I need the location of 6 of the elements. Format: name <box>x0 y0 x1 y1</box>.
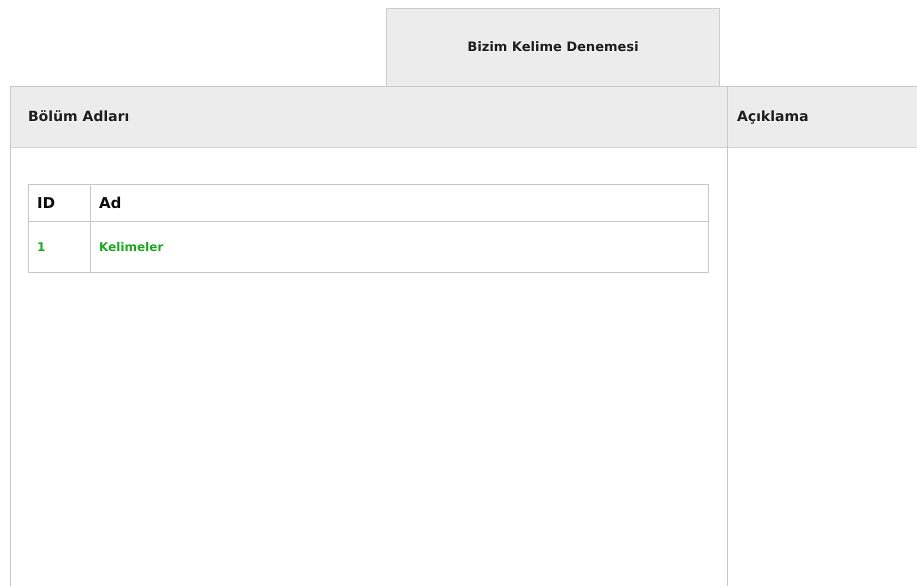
table-header-cell: ID <box>28 184 90 222</box>
table-header-cell: Ad <box>90 184 708 222</box>
tab[interactable]: Bizim Kelime Denemesi <box>386 8 720 86</box>
table-cell: 1 <box>28 222 90 272</box>
column-header: Açıklama <box>728 87 917 148</box>
column-header: Bölüm Adları <box>11 87 727 148</box>
